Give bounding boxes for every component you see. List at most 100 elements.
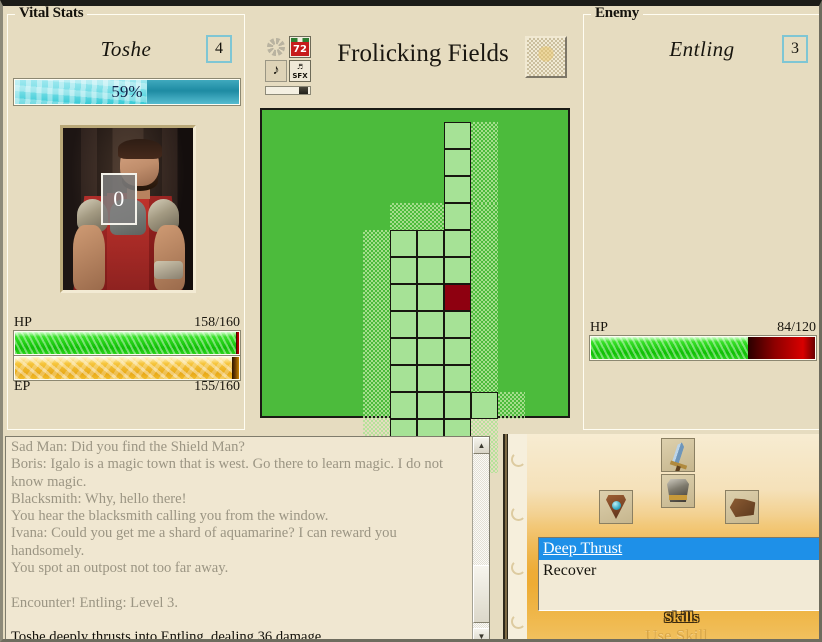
- armor-slot[interactable]: [661, 474, 695, 508]
- map-view[interactable]: [260, 108, 570, 500]
- log-line: [11, 612, 467, 629]
- player-hp-label-row: HP 158/160: [14, 315, 240, 332]
- map-cell[interactable]: [390, 257, 417, 284]
- skills-list[interactable]: Deep Thrust Recover: [538, 537, 819, 611]
- gloves-slot[interactable]: [725, 490, 759, 524]
- map-cell-current-position[interactable]: [444, 284, 471, 311]
- warrior-arm-right: [154, 225, 186, 290]
- sfx-icon[interactable]: ♬ SFX: [289, 60, 311, 82]
- map-fog-tile: [363, 230, 390, 446]
- map-fog-tile: [498, 392, 525, 419]
- enemy-panel-title: Enemy: [591, 6, 644, 22]
- gloves-icon: [728, 495, 758, 520]
- weather-tile-icon[interactable]: [525, 36, 567, 78]
- scrollwork-curl: [511, 452, 526, 467]
- map-cell[interactable]: [390, 311, 417, 338]
- player-ep-label-row: EP 155/160: [14, 379, 240, 396]
- map-cell[interactable]: [444, 257, 471, 284]
- map-cell[interactable]: [444, 122, 471, 149]
- scrollwork-curl: [511, 560, 526, 575]
- xp-percent-label: 59%: [111, 82, 143, 101]
- xp-bar: 59%: [13, 78, 241, 106]
- log-line: Toshe deeply thrusts into Entling, deali…: [11, 629, 325, 642]
- log-line: [11, 577, 467, 594]
- map-cell[interactable]: [471, 392, 498, 419]
- scrollwork-curl: [511, 614, 526, 629]
- map-cell[interactable]: [444, 311, 471, 338]
- message-log-text: Sad Man: Did you find the Shield Man? Bor…: [11, 439, 467, 642]
- enemy-hp-bar: [589, 335, 817, 361]
- enemy-panel: Enemy Entling 3 HP 84/120: [583, 6, 819, 430]
- scrollbar-thumb[interactable]: [473, 565, 489, 623]
- enemy-hp-value: 84/120: [777, 320, 816, 335]
- warrior-hair: [117, 139, 162, 159]
- armor-belt: [669, 495, 687, 500]
- skill-list-item[interactable]: Recover: [539, 560, 819, 582]
- map-fog-tile: [471, 203, 498, 392]
- player-hp-bar: [13, 330, 241, 356]
- map-cell[interactable]: [390, 365, 417, 392]
- map-cell[interactable]: [417, 230, 444, 257]
- map-cell[interactable]: [417, 311, 444, 338]
- map-fog-tile: [471, 122, 498, 203]
- player-name-row: Toshe 4: [8, 35, 244, 71]
- enemy-hp-bar-remainder: [747, 337, 815, 359]
- map-cell[interactable]: [417, 338, 444, 365]
- log-line: Boris: Igalo is a magic town that is wes…: [11, 456, 444, 490]
- shield-slot[interactable]: [599, 490, 633, 524]
- gear-icon[interactable]: [265, 36, 287, 58]
- game-window: Vital Stats Toshe 4 59% 0 HP 158/160 EP …: [0, 0, 822, 642]
- scroll-up-button[interactable]: ▲: [473, 437, 489, 454]
- player-ep-bar-remainder: [232, 357, 239, 379]
- log-line: Encounter! Entling: Level 3.: [11, 594, 178, 611]
- map-cell[interactable]: [444, 230, 471, 257]
- enemy-name-row: Entling 3: [584, 35, 819, 71]
- map-cell[interactable]: [390, 284, 417, 311]
- map-cell[interactable]: [390, 392, 417, 419]
- map-cell[interactable]: [417, 257, 444, 284]
- music-note-icon[interactable]: ♪: [265, 60, 287, 82]
- map-cell[interactable]: [390, 338, 417, 365]
- vital-stats-title: Vital Stats: [15, 6, 88, 22]
- player-hp-label: HP: [14, 315, 32, 330]
- player-hp-value: 158/160: [194, 315, 240, 330]
- map-cell[interactable]: [417, 392, 444, 419]
- map-cell[interactable]: [444, 392, 471, 419]
- message-log-scrollbar[interactable]: ▲ ▼: [472, 437, 489, 639]
- message-log: Sad Man: Did you find the Shield Man? Bor…: [5, 436, 490, 642]
- scroll-down-button[interactable]: ▼: [473, 628, 489, 639]
- battle-panel: Deep Thrust Recover Skills Use Skill: [503, 434, 819, 639]
- options-toolbar: 72 ♪ ♬ SFX: [265, 36, 311, 86]
- log-line: Sad Man: Did you find the Shield Man?: [11, 439, 245, 455]
- vital-stats-panel: Vital Stats Toshe 4 59% 0 HP 158/160 EP …: [7, 6, 245, 430]
- shield-gem: [611, 501, 621, 510]
- map-cell[interactable]: [417, 284, 444, 311]
- log-line: Ivana: Could you get me a shard of aquam…: [11, 525, 397, 559]
- volume-slider[interactable]: [265, 86, 311, 95]
- enemy-level-badge: 3: [782, 35, 808, 63]
- log-line: You hear the blacksmith calling you from…: [11, 508, 329, 525]
- counter-icon[interactable]: 72: [289, 36, 311, 58]
- panel-scrollwork-border: [503, 434, 527, 639]
- map-cell[interactable]: [444, 203, 471, 230]
- map-cell[interactable]: [390, 230, 417, 257]
- player-ep-bar-fill: [15, 357, 233, 379]
- warrior-bracer: [154, 260, 183, 279]
- use-skill-button[interactable]: Use Skill: [528, 626, 819, 639]
- volume-slider-thumb[interactable]: [299, 87, 308, 94]
- map-cell[interactable]: [444, 338, 471, 365]
- scrollwork-curl: [511, 506, 526, 521]
- map-cell[interactable]: [444, 176, 471, 203]
- map-cell[interactable]: [444, 365, 471, 392]
- counter-value: 72: [291, 42, 309, 56]
- player-damage-popup: 0: [101, 173, 137, 225]
- sfx-note-glyph: ♬: [296, 63, 304, 71]
- map-cell[interactable]: [417, 365, 444, 392]
- gear-glyph: [267, 38, 285, 56]
- player-hp-bar-fill: [15, 332, 237, 354]
- weapon-slot[interactable]: [661, 438, 695, 472]
- skill-list-item[interactable]: Deep Thrust: [539, 538, 819, 560]
- player-portrait: 0: [60, 125, 196, 293]
- map-cell[interactable]: [444, 149, 471, 176]
- enemy-hp-label: HP: [590, 320, 608, 335]
